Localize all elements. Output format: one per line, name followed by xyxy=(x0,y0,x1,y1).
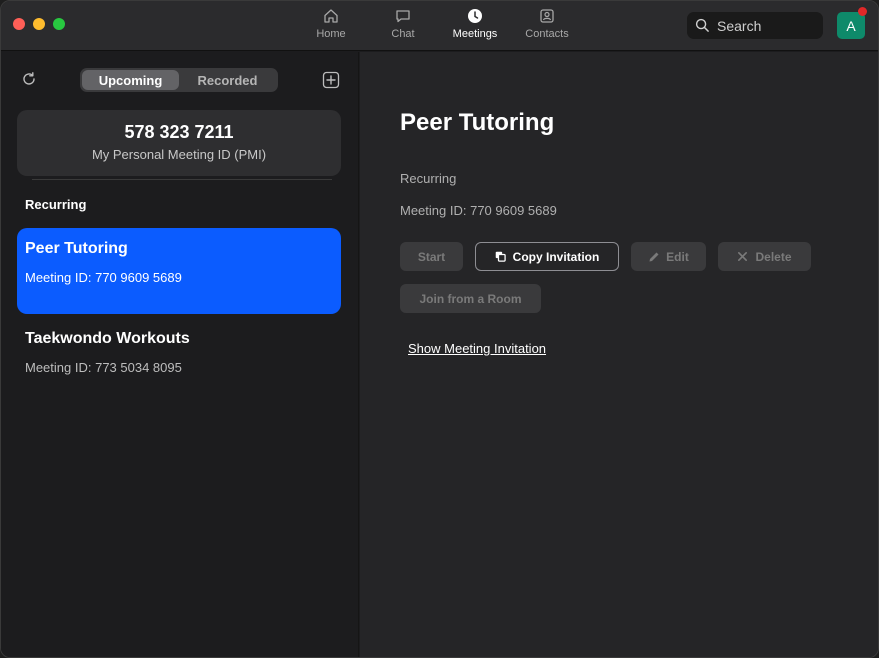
segment-upcoming[interactable]: Upcoming xyxy=(82,70,179,90)
meeting-id: Meeting ID: 770 9609 5689 xyxy=(25,270,182,285)
join-from-room-label: Join from a Room xyxy=(419,291,522,306)
meeting-detail-title: Peer Tutoring xyxy=(400,109,555,136)
meetings-sidebar: Upcoming Recorded 578 323 7211 My Person… xyxy=(1,52,359,657)
meeting-detail-pane: Peer Tutoring Recurring Meeting ID: 770 … xyxy=(360,52,878,657)
copy-invitation-label: Copy Invitation xyxy=(512,249,600,264)
contacts-icon xyxy=(538,7,556,25)
close-icon xyxy=(737,251,749,263)
home-icon xyxy=(322,7,340,25)
segment-recorded[interactable]: Recorded xyxy=(179,70,276,90)
tab-chat-label: Chat xyxy=(391,28,415,40)
app-window: Home Chat Meetings Contacts Search A Upc… xyxy=(0,0,879,658)
meeting-id: Meeting ID: 773 5034 8095 xyxy=(25,360,182,375)
meeting-detail-id: Meeting ID: 770 9609 5689 xyxy=(400,203,557,218)
refresh-icon[interactable] xyxy=(21,71,37,87)
search-icon xyxy=(695,18,711,34)
chat-icon xyxy=(394,7,412,25)
close-window-button[interactable] xyxy=(13,18,25,30)
divider xyxy=(32,179,332,180)
meeting-title: Taekwondo Workouts xyxy=(25,330,190,347)
pmi-number: 578 323 7211 xyxy=(124,122,234,142)
tab-meetings[interactable]: Meetings xyxy=(439,7,511,47)
show-meeting-invitation-link[interactable]: Show Meeting Invitation xyxy=(408,341,546,356)
meeting-title: Peer Tutoring xyxy=(25,240,128,257)
meeting-list-item[interactable]: Taekwondo Workouts Meeting ID: 773 5034 … xyxy=(17,318,341,404)
tab-chat[interactable]: Chat xyxy=(367,7,439,47)
notification-badge xyxy=(858,7,867,16)
clock-icon xyxy=(466,7,484,25)
tab-meetings-label: Meetings xyxy=(452,28,498,40)
join-from-room-button[interactable]: Join from a Room xyxy=(400,284,541,313)
add-meeting-button[interactable] xyxy=(322,71,340,89)
meeting-list-item[interactable]: Peer Tutoring Meeting ID: 770 9609 5689 xyxy=(17,228,341,314)
meetings-segmented-control: Upcoming Recorded xyxy=(80,68,278,92)
copy-invitation-button[interactable]: Copy Invitation xyxy=(475,242,619,271)
tab-contacts[interactable]: Contacts xyxy=(511,7,583,47)
title-bar: Home Chat Meetings Contacts Search A xyxy=(1,1,878,51)
start-button-label: Start xyxy=(417,249,446,264)
zoom-window-button[interactable] xyxy=(53,18,65,30)
start-button[interactable]: Start xyxy=(400,242,463,271)
meeting-recurrence: Recurring xyxy=(400,171,457,186)
section-label-recurring: Recurring xyxy=(25,197,87,212)
search-input[interactable]: Search xyxy=(687,12,823,39)
pmi-label: My Personal Meeting ID (PMI) xyxy=(91,147,267,162)
delete-button[interactable]: Delete xyxy=(718,242,811,271)
delete-button-label: Delete xyxy=(755,249,792,264)
avatar[interactable]: A xyxy=(837,12,865,39)
search-placeholder: Search xyxy=(717,17,762,34)
edit-button-label: Edit xyxy=(666,249,689,264)
tab-contacts-label: Contacts xyxy=(525,28,569,40)
tab-home[interactable]: Home xyxy=(295,7,367,47)
pencil-icon xyxy=(648,251,660,263)
tab-home-label: Home xyxy=(316,28,346,40)
minimize-window-button[interactable] xyxy=(33,18,45,30)
edit-button[interactable]: Edit xyxy=(631,242,706,271)
copy-icon xyxy=(495,251,507,263)
pmi-card[interactable]: 578 323 7211 My Personal Meeting ID (PMI… xyxy=(17,110,341,176)
